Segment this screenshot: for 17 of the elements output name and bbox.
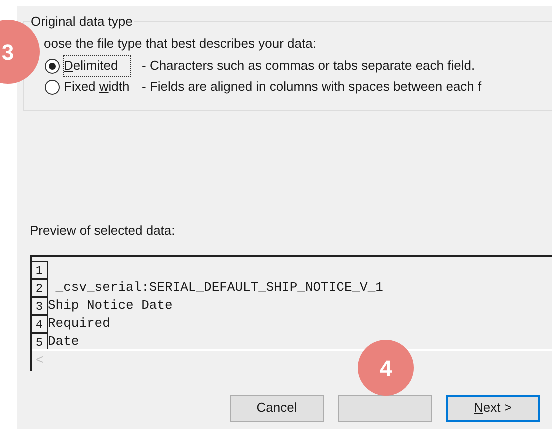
- line-number: 3: [32, 296, 48, 314]
- line-number: 4: [32, 314, 48, 332]
- option-description: - Characters such as commas or tabs separate each field.: [142, 57, 476, 76]
- preview-line: Date: [48, 332, 80, 348]
- line-number: 1: [32, 260, 48, 278]
- radio-label[interactable]: Delimited: [64, 56, 130, 76]
- dialog-button[interactable]: Cancel: [230, 394, 324, 422]
- preview-line: Required: [48, 314, 110, 332]
- radio-label[interactable]: Fixed width: [64, 77, 130, 97]
- preview-line: Ship Notice Date: [48, 296, 173, 314]
- preview-title: Preview of selected data:: [30, 222, 176, 240]
- preview-line: _csv_serial:SERIAL_DEFAULT_SHIP_NOTICE_V_1: [54, 278, 384, 296]
- dialog-button[interactable]: Next >: [446, 394, 540, 422]
- prompt-text: oose the file type that best describes your data:: [44, 35, 318, 53]
- line-number: 2: [32, 278, 48, 296]
- line-number: 5: [32, 332, 48, 348]
- option-description: - Fields are aligned in columns with spaces between each f: [142, 78, 482, 96]
